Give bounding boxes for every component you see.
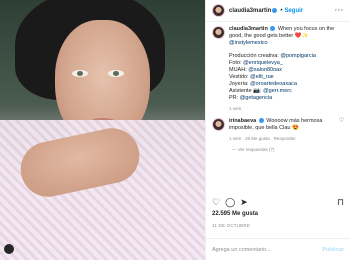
tag-icon[interactable] [4,244,14,254]
follow-button[interactable]: Seguir [284,8,303,14]
caption-avatar[interactable] [212,26,225,39]
like-icon[interactable]: ♡ [212,197,220,208]
header-username[interactable]: claudia3martin [229,8,271,14]
verified-icon [272,8,278,13]
view-replies-button[interactable]: — Ver respuestas (7) [232,146,344,153]
caption-handle[interactable]: @instylemexico [229,40,268,46]
caption-time[interactable]: 1 sem [229,105,344,112]
credit-handle[interactable]: @elit_rue [250,74,274,80]
credit-label: Foto: [229,60,244,66]
photo-eye-left [72,70,88,77]
post-photo[interactable] [0,0,205,260]
post-panel: claudia3martin • Seguir ··· claudia3mart… [205,0,350,260]
post-header: claudia3martin • Seguir ··· [206,0,350,22]
credit-handle[interactable]: @getagencia [240,95,273,101]
publish-button[interactable]: Publicar [322,247,344,253]
share-icon[interactable]: ➤ [240,197,248,208]
comment-time[interactable]: 1 sem [229,136,241,141]
comment-avatar[interactable] [212,118,225,131]
comment-input[interactable]: Agrega un comentario... [212,247,271,253]
post-date[interactable]: 11 DE OCTUBRE [212,223,250,228]
credit-handle[interactable]: @oroartedeoaxaca [250,81,297,87]
bookmark-icon[interactable]: ⊓ [337,197,344,208]
credit-label: PR: [229,95,240,101]
add-comment-bar: Agrega un comentario... Publicar [206,238,350,260]
separator-dot: • [280,7,283,14]
comment-meta: 1 sem 28 Me gusta Responder [229,135,336,142]
comments-list: claudia3martin When you focus on the goo… [212,26,344,153]
verified-icon [258,118,264,124]
credit-handle[interactable]: @pompigarcia [280,53,316,59]
comment-icon[interactable]: ◯ [225,197,235,208]
credit-label: Vestido: [229,74,251,80]
caption: claudia3martin When you focus on the goo… [212,26,344,112]
photo-eye-right [108,70,124,77]
comment: irinabaeva Woooow más hermosa imposible,… [212,118,344,142]
reply-button[interactable]: Responder [274,136,296,141]
credit-handle[interactable]: @enriquelevya_ [243,60,283,66]
credit-handle[interactable]: @salon80oax [248,67,282,73]
more-options-icon[interactable]: ··· [335,8,344,14]
credit-label: Producción creativa: [229,53,281,59]
credit-label: MUAH: [229,67,249,73]
caption-username[interactable]: claudia3martin [229,26,268,32]
verified-icon [270,26,276,32]
credit-label: Joyería: [229,81,251,87]
view-replies-label: Ver respuestas (7) [237,147,275,152]
likes-count[interactable]: 22.595 Me gusta [212,211,258,217]
comment-like-icon[interactable]: ♡ [339,118,344,142]
comment-username[interactable]: irinabaeva [229,118,256,124]
comment-likes[interactable]: 28 Me gusta [245,136,270,141]
avatar[interactable] [212,4,225,17]
credit-handle[interactable]: @gerr.merc [263,88,292,94]
action-bar: ♡ ◯ ➤ ⊓ [212,196,344,208]
credit-label: Asistente 📷: [229,88,264,94]
